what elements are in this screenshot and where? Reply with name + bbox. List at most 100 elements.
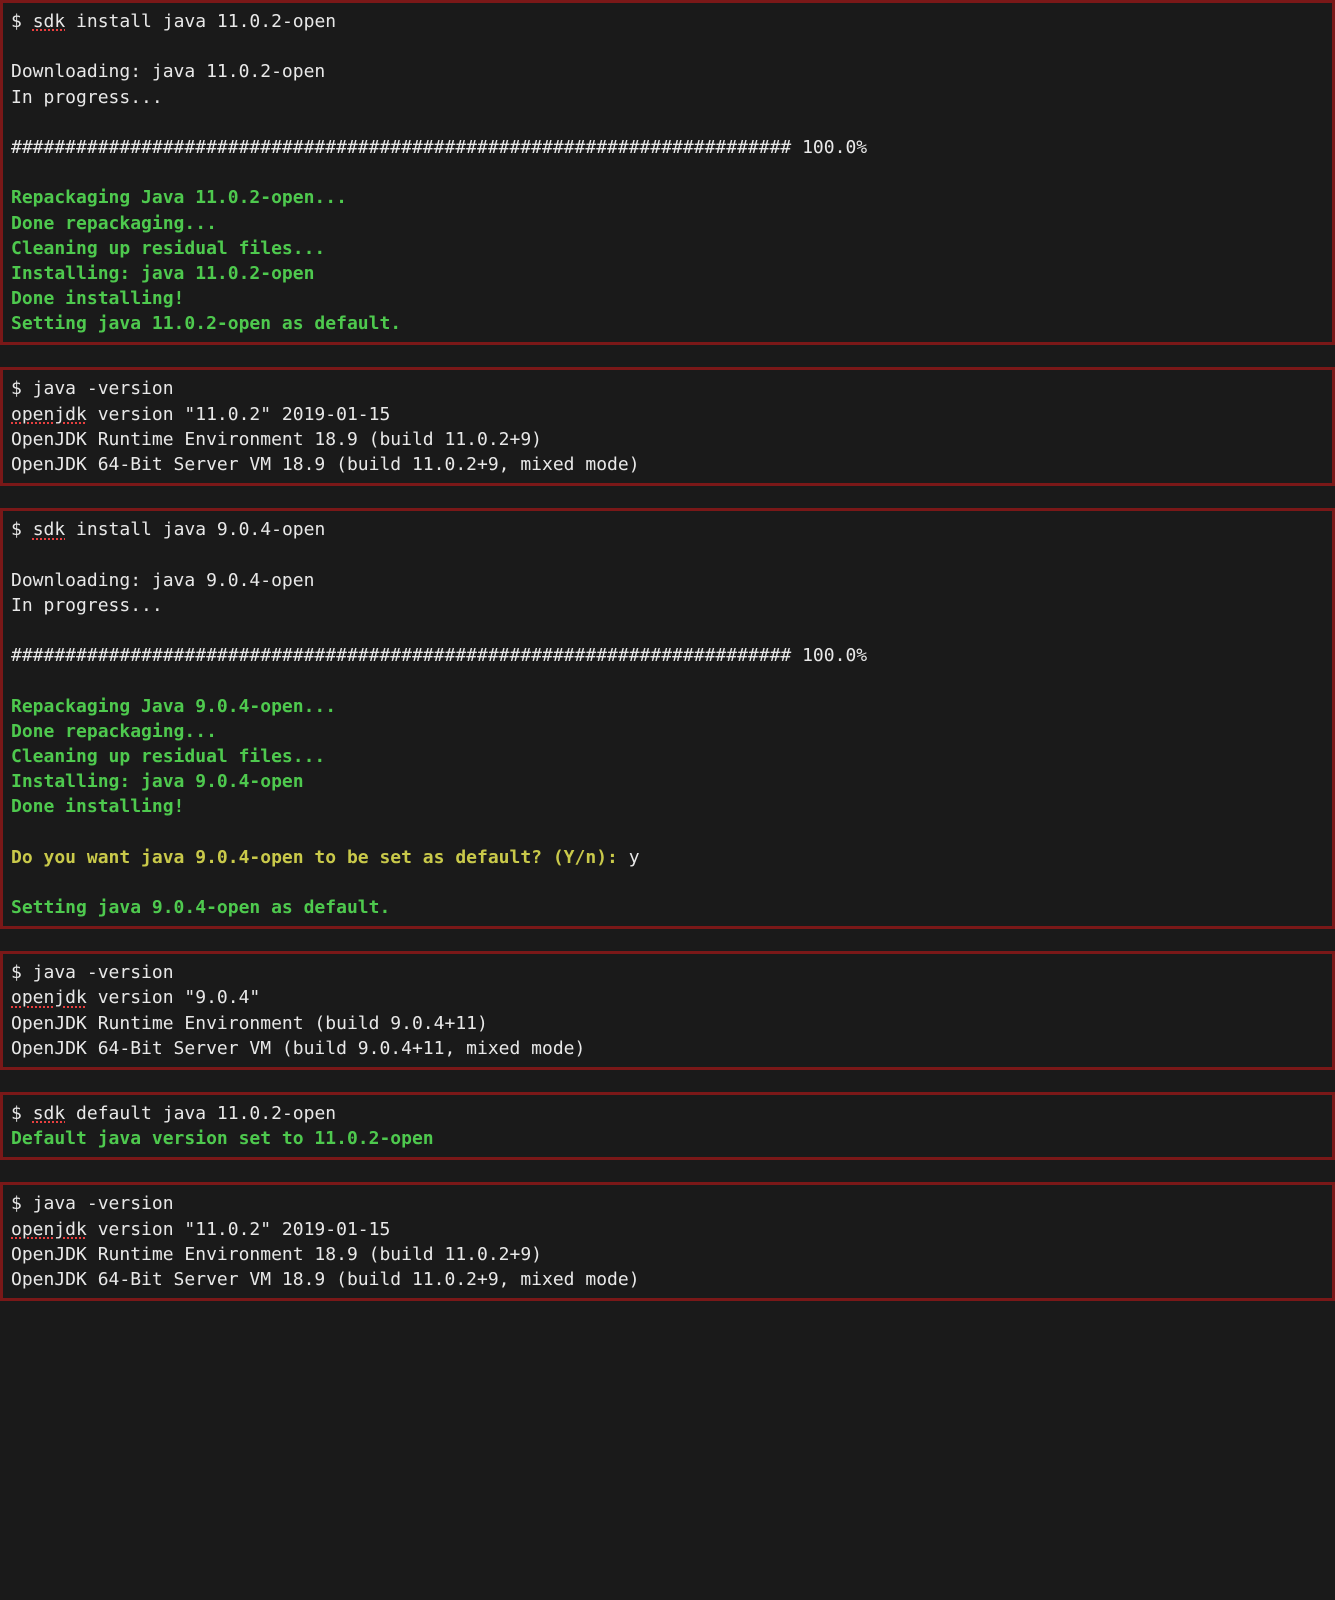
terminal-text: Done installing! bbox=[11, 796, 184, 817]
terminal-line: $ java -version bbox=[11, 960, 1324, 985]
terminal-line bbox=[11, 34, 1324, 59]
terminal-text: version "11.0.2" 2019-01-15 bbox=[87, 1219, 390, 1240]
terminal-text: ########################################… bbox=[11, 645, 867, 666]
terminal-text: y bbox=[629, 847, 640, 868]
terminal-text: In progress... bbox=[11, 87, 163, 108]
terminal-text: ########################################… bbox=[11, 137, 867, 158]
terminal-text: $ java -version bbox=[11, 378, 174, 399]
terminal-line bbox=[11, 668, 1324, 693]
terminal-line bbox=[11, 819, 1324, 844]
terminal-text: $ bbox=[11, 519, 33, 540]
terminal-text: Setting java 11.0.2-open as default. bbox=[11, 313, 401, 334]
terminal-text bbox=[11, 670, 22, 691]
terminal-line: openjdk version "11.0.2" 2019-01-15 bbox=[11, 402, 1324, 427]
terminal-block: $ java -versionopenjdk version "9.0.4"Op… bbox=[0, 951, 1335, 1070]
terminal-text bbox=[11, 112, 22, 133]
terminal-line: Done repackaging... bbox=[11, 719, 1324, 744]
terminal-text: OpenJDK Runtime Environment 18.9 (build … bbox=[11, 1244, 542, 1265]
terminal-line: $ java -version bbox=[11, 376, 1324, 401]
terminal-block: $ java -version openjdk version "11.0.2" … bbox=[0, 367, 1335, 486]
terminal-line: OpenJDK 64-Bit Server VM 18.9 (build 11.… bbox=[11, 1267, 1324, 1292]
terminal-text: install java 11.0.2-open bbox=[65, 11, 336, 32]
terminal-text: Cleaning up residual files... bbox=[11, 238, 325, 259]
terminal-line bbox=[11, 870, 1324, 895]
terminal-line bbox=[11, 160, 1324, 185]
terminal-text: Done installing! bbox=[11, 288, 184, 309]
terminal-text bbox=[11, 162, 22, 183]
terminal-text: Cleaning up residual files... bbox=[11, 746, 325, 767]
terminal-text: Do you want java 9.0.4-open to be set as… bbox=[11, 847, 629, 868]
terminal-line bbox=[11, 618, 1324, 643]
terminal-line: ########################################… bbox=[11, 135, 1324, 160]
terminal-line: $ java -version bbox=[11, 1191, 1324, 1216]
terminal-text: Downloading: java 9.0.4-open bbox=[11, 570, 314, 591]
terminal-block: $ sdk install java 9.0.4-open Downloadin… bbox=[0, 508, 1335, 929]
terminal-text: default java 11.0.2-open bbox=[65, 1103, 336, 1124]
terminal-text: sdk bbox=[33, 11, 66, 32]
terminal-line: OpenJDK 64-Bit Server VM (build 9.0.4+11… bbox=[11, 1036, 1324, 1061]
terminal-line: Cleaning up residual files... bbox=[11, 236, 1324, 261]
terminal-line: Installing: java 11.0.2-open bbox=[11, 261, 1324, 286]
terminal-text: $ bbox=[11, 1103, 33, 1124]
terminal-line: OpenJDK Runtime Environment 18.9 (build … bbox=[11, 427, 1324, 452]
terminal-text bbox=[11, 620, 22, 641]
terminal-line: Downloading: java 11.0.2-open bbox=[11, 59, 1324, 84]
terminal-text: OpenJDK Runtime Environment (build 9.0.4… bbox=[11, 1013, 488, 1034]
terminal-text: Installing: java 11.0.2-open bbox=[11, 263, 314, 284]
terminal-line: Done repackaging... bbox=[11, 211, 1324, 236]
terminal-line: OpenJDK 64-Bit Server VM 18.9 (build 11.… bbox=[11, 452, 1324, 477]
terminal-container: $ sdk install java 11.0.2-open Downloadi… bbox=[0, 0, 1335, 1301]
terminal-text: $ java -version bbox=[11, 962, 174, 983]
terminal-text: Done repackaging... bbox=[11, 721, 217, 742]
terminal-text: version "9.0.4" bbox=[87, 987, 260, 1008]
terminal-text: OpenJDK Runtime Environment 18.9 (build … bbox=[11, 429, 542, 450]
terminal-text: sdk bbox=[33, 519, 66, 540]
terminal-line: $ sdk default java 11.0.2-open bbox=[11, 1101, 1324, 1126]
terminal-text: OpenJDK 64-Bit Server VM (build 9.0.4+11… bbox=[11, 1038, 585, 1059]
terminal-text: openjdk bbox=[11, 404, 87, 425]
terminal-line bbox=[11, 110, 1324, 135]
terminal-text: Repackaging Java 9.0.4-open... bbox=[11, 696, 336, 717]
terminal-text bbox=[11, 821, 22, 842]
terminal-line: Setting java 11.0.2-open as default. bbox=[11, 311, 1324, 336]
terminal-line: Repackaging Java 11.0.2-open... bbox=[11, 185, 1324, 210]
terminal-line: Done installing! bbox=[11, 794, 1324, 819]
terminal-line: ########################################… bbox=[11, 643, 1324, 668]
terminal-text: $ java -version bbox=[11, 1193, 174, 1214]
terminal-text: Downloading: java 11.0.2-open bbox=[11, 61, 325, 82]
terminal-line: OpenJDK Runtime Environment 18.9 (build … bbox=[11, 1242, 1324, 1267]
terminal-line bbox=[11, 542, 1324, 567]
terminal-text: $ bbox=[11, 11, 33, 32]
terminal-line: Done installing! bbox=[11, 286, 1324, 311]
terminal-text: sdk bbox=[33, 1103, 66, 1124]
terminal-line: Installing: java 9.0.4-open bbox=[11, 769, 1324, 794]
terminal-line: $ sdk install java 9.0.4-open bbox=[11, 517, 1324, 542]
terminal-line: openjdk version "9.0.4" bbox=[11, 985, 1324, 1010]
terminal-text: version "11.0.2" 2019-01-15 bbox=[87, 404, 390, 425]
terminal-text: Installing: java 9.0.4-open bbox=[11, 771, 304, 792]
terminal-line: openjdk version "11.0.2" 2019-01-15 bbox=[11, 1217, 1324, 1242]
terminal-line: Setting java 9.0.4-open as default. bbox=[11, 895, 1324, 920]
terminal-text: Default java version set to 11.0.2-open bbox=[11, 1128, 434, 1149]
terminal-line: In progress... bbox=[11, 593, 1324, 618]
terminal-line: Default java version set to 11.0.2-open bbox=[11, 1126, 1324, 1151]
terminal-text bbox=[11, 36, 22, 57]
terminal-text: Done repackaging... bbox=[11, 213, 217, 234]
terminal-line: OpenJDK Runtime Environment (build 9.0.4… bbox=[11, 1011, 1324, 1036]
terminal-text: openjdk bbox=[11, 987, 87, 1008]
terminal-text: Repackaging Java 11.0.2-open... bbox=[11, 187, 347, 208]
terminal-text: OpenJDK 64-Bit Server VM 18.9 (build 11.… bbox=[11, 1269, 640, 1290]
terminal-line: Repackaging Java 9.0.4-open... bbox=[11, 694, 1324, 719]
terminal-text: install java 9.0.4-open bbox=[65, 519, 325, 540]
terminal-line: In progress... bbox=[11, 85, 1324, 110]
terminal-line: Cleaning up residual files... bbox=[11, 744, 1324, 769]
terminal-block: $ sdk install java 11.0.2-open Downloadi… bbox=[0, 0, 1335, 345]
terminal-text: Setting java 9.0.4-open as default. bbox=[11, 897, 390, 918]
terminal-line: Downloading: java 9.0.4-open bbox=[11, 568, 1324, 593]
terminal-block: $ sdk default java 11.0.2-openDefault ja… bbox=[0, 1092, 1335, 1160]
terminal-text bbox=[11, 872, 22, 893]
terminal-block: $ java -version openjdk version "11.0.2" … bbox=[0, 1182, 1335, 1301]
terminal-text: In progress... bbox=[11, 595, 163, 616]
terminal-line: $ sdk install java 11.0.2-open bbox=[11, 9, 1324, 34]
terminal-text: OpenJDK 64-Bit Server VM 18.9 (build 11.… bbox=[11, 454, 640, 475]
